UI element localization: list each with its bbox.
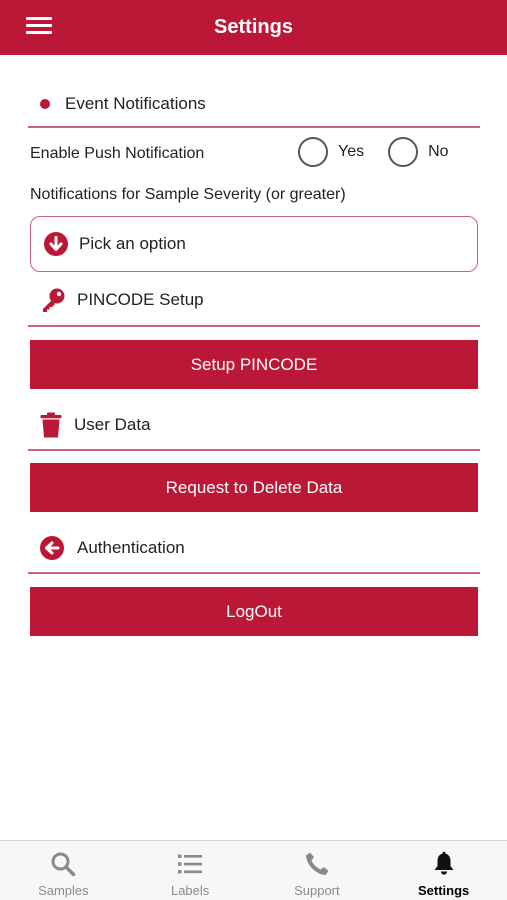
request-delete-data-button[interactable]: Request to Delete Data (30, 463, 478, 512)
section-authentication: Authentication (30, 528, 480, 568)
section-title: User Data (74, 415, 151, 434)
bullet-dot-icon (40, 99, 50, 109)
severity-label: Notifications for Sample Severity (or gr… (30, 186, 346, 203)
tab-labels[interactable]: Labels (127, 841, 254, 900)
bottom-tab-bar: Samples Labels Support Settings (0, 840, 507, 900)
logout-button[interactable]: LogOut (30, 587, 478, 636)
tab-settings[interactable]: Settings (380, 841, 507, 900)
bell-icon (434, 851, 454, 875)
page-title: Settings (214, 16, 293, 38)
section-title: Authentication (77, 538, 185, 557)
tab-label: Labels (170, 883, 210, 898)
section-divider (28, 325, 480, 327)
tab-samples[interactable]: Samples (0, 841, 127, 900)
section-divider (28, 449, 480, 451)
tab-label: Settings (417, 883, 470, 898)
section-pincode: PINCODE Setup (30, 280, 480, 320)
tab-label: Support (294, 883, 340, 898)
arrow-left-circle-icon (40, 536, 64, 560)
setup-pincode-button[interactable]: Setup PINCODE (30, 340, 478, 389)
section-divider (28, 126, 480, 128)
tab-label: Samples (38, 883, 89, 898)
picker-placeholder: Pick an option (79, 234, 186, 253)
tab-support[interactable]: Support (254, 841, 381, 900)
severity-picker[interactable]: Pick an option (30, 216, 478, 272)
trash-icon (40, 412, 62, 438)
radio-no-circle[interactable] (388, 137, 419, 167)
radio-yes-label: Yes (338, 143, 365, 160)
section-user-data: User Data (30, 405, 480, 445)
search-icon (51, 852, 76, 877)
radio-no[interactable]: No (388, 137, 449, 167)
section-title: Event Notifications (65, 94, 206, 113)
list-icon (178, 854, 203, 874)
section-divider (28, 572, 480, 574)
phone-icon (305, 852, 329, 875)
section-title: PINCODE Setup (77, 290, 204, 309)
app-header: Settings (0, 0, 507, 55)
arrow-down-circle-icon (44, 232, 68, 256)
radio-yes[interactable]: Yes (298, 137, 364, 167)
radio-no-label: No (428, 143, 449, 160)
radio-yes-circle[interactable] (298, 137, 328, 167)
push-notification-label: Enable Push Notification (30, 145, 205, 162)
push-notification-radio-group: Yes No (298, 137, 449, 167)
section-event-notifications: Event Notifications (30, 84, 480, 124)
key-icon (43, 288, 65, 312)
